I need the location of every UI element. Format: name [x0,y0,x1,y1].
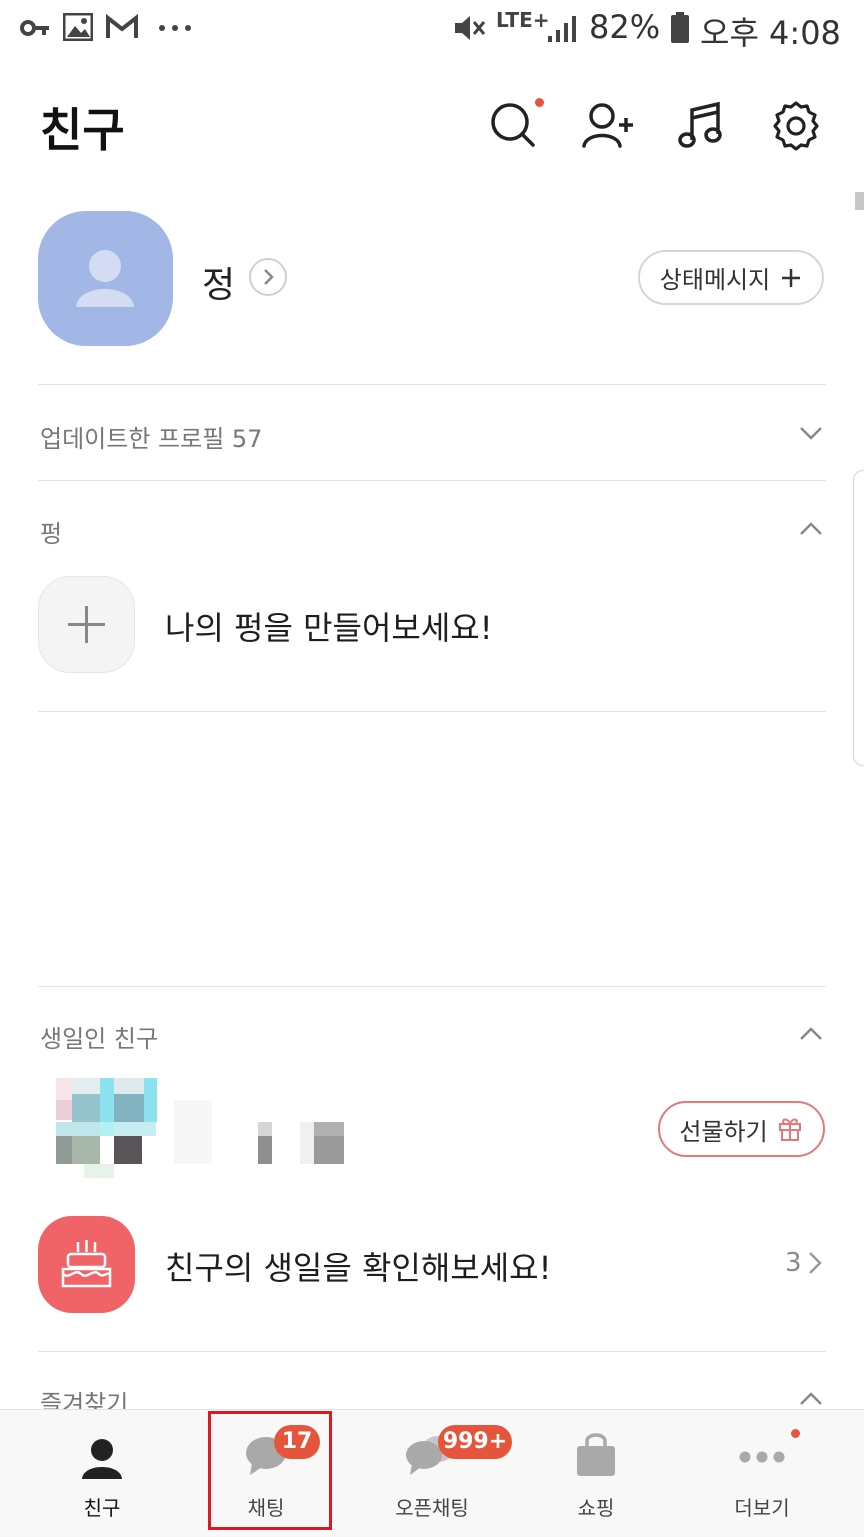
default-person-icon [76,250,134,307]
tab-open-chat[interactable]: 999+ 오픈채팅 [366,1410,512,1537]
tab-label: 더보기 [734,1496,790,1520]
edge-panel-handle[interactable] [853,470,864,766]
cake-icon [61,1240,112,1288]
signal-icon [548,16,576,42]
divider [38,711,826,712]
plus-icon [68,606,105,643]
gift-button[interactable]: 선물하기 [658,1101,825,1157]
person-icon [82,1439,122,1479]
pung-label: 펑 [40,520,63,548]
music-icon[interactable] [674,98,730,154]
updated-profiles-label[interactable]: 업데이트한 프로필 57 [40,419,262,454]
birthday-check-text[interactable]: 친구의 생일을 확인해보세요! [165,1243,551,1289]
blurred-avatar [56,1078,157,1178]
chevron-right-icon[interactable] [804,1248,826,1278]
create-pung-text[interactable]: 나의 펑을 만들어보세요! [165,603,493,649]
tab-label: 친구 [83,1496,121,1520]
birthday-friend-row[interactable] [56,1078,356,1178]
divider [38,986,826,987]
chevron-up-icon[interactable] [797,515,825,543]
plus-icon [782,268,801,287]
add-friend-icon[interactable] [580,98,636,154]
page-title: 친구 [40,103,125,157]
battery-percent: 82% [589,8,661,46]
network-type: LTE+ [496,8,550,32]
scrollbar-thumb[interactable] [855,192,864,210]
key-icon [20,20,49,36]
birthday-count: 3 [785,1248,802,1278]
create-pung-button[interactable] [38,576,135,673]
divider [38,480,826,481]
tab-shopping[interactable]: 쇼핑 [530,1410,662,1537]
open-chat-unread-badge: 999+ [438,1425,512,1459]
status-message-button[interactable]: 상태메시지 [638,250,824,305]
chevron-up-icon[interactable] [797,1020,825,1048]
clock: 오후 4:08 [700,14,841,52]
search-new-dot [535,98,544,107]
gift-button-label: 선물하기 [679,1117,768,1146]
divider [38,1351,826,1352]
tab-more[interactable]: 더보기 [696,1410,828,1537]
tab-label: 오픈채팅 [395,1496,469,1520]
birthday-friends-label: 생일인 친구 [40,1025,159,1053]
gmail-icon [106,14,138,38]
status-bar: LTE+ 82% 오후 4:08 [0,0,864,60]
search-icon[interactable] [486,98,542,154]
image-icon [63,13,93,41]
battery-icon [671,12,689,43]
blurred-name [174,1078,354,1168]
more-icon [159,25,191,31]
status-message-label: 상태메시지 [659,266,771,294]
settings-icon[interactable] [768,98,824,154]
chat-tab-highlight [208,1411,332,1530]
shopping-bag-icon [577,1433,615,1476]
tab-friends[interactable]: 친구 [36,1410,168,1537]
more-icon [739,1451,785,1463]
chevron-down-icon[interactable] [797,419,825,447]
chevron-right-icon [264,269,274,285]
bottom-navigation: 친구 17 채팅 999+ 오픈채팅 쇼핑 더보기 [0,1409,864,1537]
my-name[interactable]: 정 [202,256,235,308]
more-new-dot [791,1429,800,1438]
tab-label: 쇼핑 [577,1496,615,1520]
divider [38,384,826,385]
my-avatar[interactable] [38,211,173,346]
gift-icon [778,1118,801,1141]
mute-icon [455,16,486,40]
profile-open-button[interactable] [249,258,287,296]
birthday-calendar-button[interactable] [38,1216,135,1313]
